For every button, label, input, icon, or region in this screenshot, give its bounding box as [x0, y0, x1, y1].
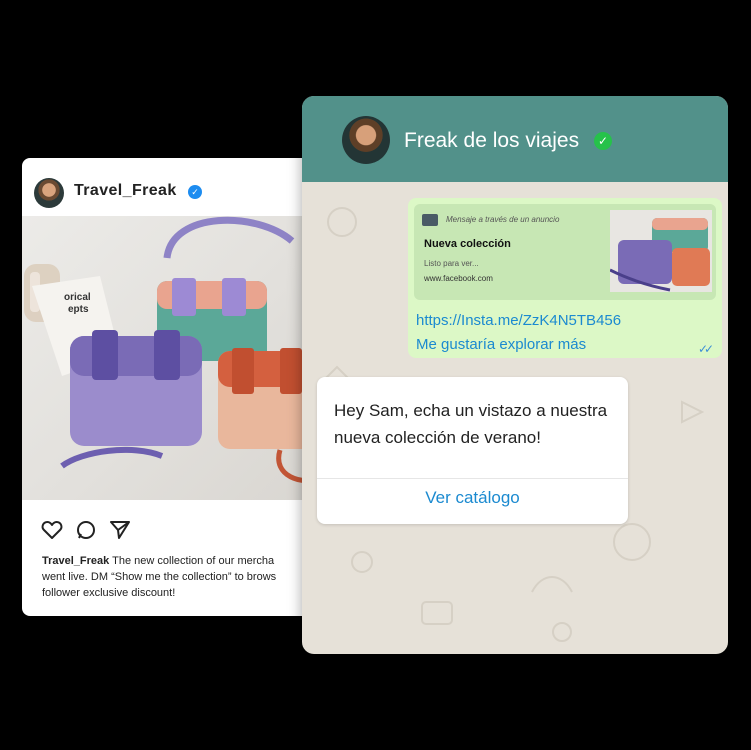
caption-username[interactable]: Travel_Freak: [42, 555, 109, 567]
avatar[interactable]: [342, 116, 390, 164]
ad-preview[interactable]: Mensaje a través de un anuncio Nueva col…: [414, 204, 716, 300]
comment-icon[interactable]: [74, 518, 98, 542]
incoming-message: Hey Sam, echa un vistazo a nuestra nueva…: [317, 377, 628, 524]
view-catalog-button[interactable]: Ver catálogo: [317, 488, 628, 508]
post-caption: Travel_Freak The new collection of our m…: [42, 553, 317, 601]
lavender-bag: [70, 330, 202, 446]
whatsapp-chat-window: Freak de los viajes ✓ Mensaje a través d…: [302, 96, 728, 654]
caption-text-1: The new collection of our mercha: [109, 555, 275, 567]
heart-icon[interactable]: [40, 518, 64, 542]
caption-text-2: went live. DM “Show me the collection” t…: [42, 571, 277, 583]
message-text: Me gustaría explorar más: [416, 336, 587, 353]
post-photo[interactable]: orical epts: [22, 216, 322, 500]
verified-badge-icon: ✓: [594, 132, 612, 150]
post-username[interactable]: Travel_Freak: [74, 182, 177, 200]
ad-subtitle: Listo para ver...: [424, 259, 479, 268]
instagram-post-card: Travel_Freak ✓ orical epts Travel_Freak …: [22, 158, 322, 616]
chat-header: Freak de los viajes ✓: [302, 96, 728, 182]
outgoing-message: Mensaje a través de un anuncio Nueva col…: [408, 198, 722, 358]
divider: [317, 478, 628, 479]
ad-note: Mensaje a través de un anuncio: [446, 215, 560, 224]
post-header: Travel_Freak ✓: [22, 158, 322, 216]
message-text: Hey Sam, echa un vistazo a nuestra nueva…: [334, 401, 608, 447]
svg-text:epts: epts: [68, 304, 89, 315]
bags-illustration: orical epts: [24, 216, 322, 484]
contact-name[interactable]: Freak de los viajes: [404, 129, 579, 153]
ad-link: www.facebook.com: [424, 274, 493, 283]
message-link[interactable]: https://Insta.me/ZzK4N5TB456: [416, 312, 621, 329]
caption-text-3: follower exclusive discount!: [42, 587, 176, 599]
avatar[interactable]: [34, 178, 64, 208]
ad-icon: [422, 214, 438, 226]
read-receipt-icon: ✓✓: [698, 342, 714, 356]
ad-title: Nueva colección: [424, 238, 511, 250]
verified-badge-icon: ✓: [188, 185, 202, 199]
ad-thumbnail: [610, 210, 712, 292]
share-icon[interactable]: [108, 518, 132, 542]
svg-text:orical: orical: [64, 292, 91, 303]
